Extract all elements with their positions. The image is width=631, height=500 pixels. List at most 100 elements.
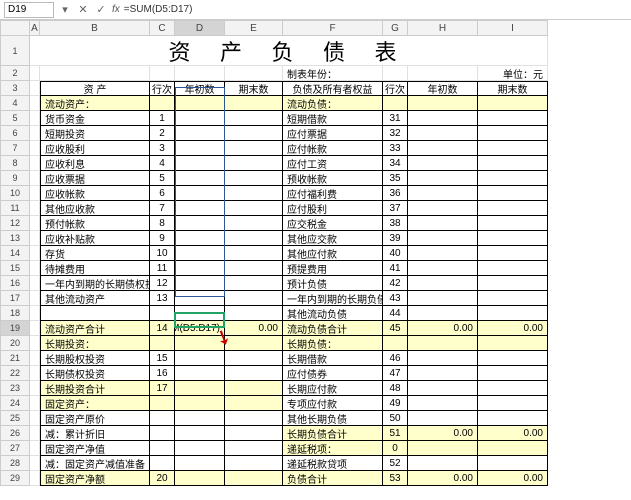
liab-end[interactable] — [478, 231, 548, 246]
asset-begin[interactable] — [175, 306, 225, 321]
asset-seq[interactable]: 1 — [150, 111, 175, 126]
fx-icon[interactable]: fx — [112, 4, 120, 15]
cell[interactable] — [30, 126, 40, 141]
asset-seq[interactable]: 6 — [150, 186, 175, 201]
liab-name[interactable]: 其他流动负债 — [283, 306, 383, 321]
cell[interactable] — [30, 156, 40, 171]
asset-seq[interactable]: 4 — [150, 156, 175, 171]
asset-begin[interactable] — [175, 156, 225, 171]
asset-name[interactable]: 固定资产原价 — [40, 411, 150, 426]
liab-name[interactable]: 长期应付款 — [283, 381, 383, 396]
liab-seq[interactable]: 42 — [383, 276, 408, 291]
liab-end[interactable]: 0.00 — [478, 321, 548, 336]
asset-end[interactable] — [225, 411, 283, 426]
cell[interactable] — [30, 96, 40, 111]
liab-begin[interactable] — [408, 456, 478, 471]
cell[interactable] — [175, 66, 225, 81]
asset-end[interactable] — [225, 426, 283, 441]
liab-name[interactable]: 应付票据 — [283, 126, 383, 141]
asset-end[interactable] — [225, 141, 283, 156]
row-header-8[interactable]: 8 — [0, 156, 30, 171]
liab-end[interactable] — [478, 126, 548, 141]
asset-end[interactable] — [225, 396, 283, 411]
meta-unit[interactable]: 单位：元 — [478, 66, 548, 81]
asset-seq[interactable] — [150, 306, 175, 321]
row-header-16[interactable]: 16 — [0, 276, 30, 291]
liab-begin[interactable] — [408, 306, 478, 321]
asset-begin[interactable] — [175, 141, 225, 156]
cell[interactable] — [30, 66, 40, 81]
asset-begin[interactable] — [175, 201, 225, 216]
asset-end[interactable] — [225, 246, 283, 261]
asset-seq[interactable]: 5 — [150, 171, 175, 186]
cell[interactable] — [30, 366, 40, 381]
col-header-E[interactable]: E — [225, 20, 283, 36]
cell[interactable] — [408, 66, 478, 81]
asset-begin[interactable] — [175, 471, 225, 486]
asset-seq[interactable] — [150, 336, 175, 351]
liab-seq[interactable]: 47 — [383, 366, 408, 381]
row-header-28[interactable]: 28 — [0, 456, 30, 471]
liab-seq[interactable]: 32 — [383, 126, 408, 141]
liab-begin[interactable] — [408, 201, 478, 216]
liab-name[interactable]: 预计负债 — [283, 276, 383, 291]
cell[interactable] — [30, 171, 40, 186]
asset-begin[interactable] — [175, 366, 225, 381]
col-header-C[interactable]: C — [150, 20, 175, 36]
col-header-B[interactable]: B — [40, 20, 150, 36]
liab-end[interactable] — [478, 186, 548, 201]
asset-name[interactable]: 应收帐款 — [40, 186, 150, 201]
liab-end[interactable] — [478, 306, 548, 321]
liab-seq[interactable]: 44 — [383, 306, 408, 321]
liab-begin[interactable] — [408, 96, 478, 111]
asset-seq[interactable]: 17 — [150, 381, 175, 396]
asset-end[interactable] — [225, 381, 283, 396]
liab-seq[interactable]: 33 — [383, 141, 408, 156]
liab-name[interactable]: 其他长期负债 — [283, 411, 383, 426]
asset-begin[interactable] — [175, 111, 225, 126]
liab-name[interactable]: 短期借款 — [283, 111, 383, 126]
asset-name[interactable]: 其他流动资产 — [40, 291, 150, 306]
cell[interactable] — [30, 426, 40, 441]
col-header-D[interactable]: D — [175, 20, 225, 36]
asset-name[interactable]: 一年内到期的长期债权投资 — [40, 276, 150, 291]
liab-seq[interactable]: 50 — [383, 411, 408, 426]
liab-name[interactable]: 应付股利 — [283, 201, 383, 216]
liab-seq[interactable]: 38 — [383, 216, 408, 231]
asset-begin[interactable] — [175, 411, 225, 426]
cell[interactable] — [30, 201, 40, 216]
cell[interactable] — [30, 231, 40, 246]
cell[interactable] — [30, 111, 40, 126]
asset-begin[interactable] — [175, 381, 225, 396]
row-header-20[interactable]: 20 — [0, 336, 30, 351]
liab-end[interactable] — [478, 291, 548, 306]
col-header-F[interactable]: F — [283, 20, 383, 36]
cell[interactable] — [225, 66, 283, 81]
asset-seq[interactable] — [150, 396, 175, 411]
asset-name[interactable]: 减：累计折旧 — [40, 426, 150, 441]
liab-begin[interactable] — [408, 231, 478, 246]
asset-end[interactable] — [225, 186, 283, 201]
row-header-25[interactable]: 25 — [0, 411, 30, 426]
asset-name[interactable]: 流动资产合计 — [40, 321, 150, 336]
liab-begin[interactable] — [408, 366, 478, 381]
liab-begin[interactable] — [408, 381, 478, 396]
cell[interactable] — [30, 276, 40, 291]
liab-begin[interactable] — [408, 216, 478, 231]
cell[interactable] — [30, 141, 40, 156]
row-header-6[interactable]: 6 — [0, 126, 30, 141]
asset-name[interactable]: 减：固定资产减值准备 — [40, 456, 150, 471]
liab-name[interactable]: 其他应交款 — [283, 231, 383, 246]
asset-seq[interactable]: 13 — [150, 291, 175, 306]
asset-name[interactable] — [40, 306, 150, 321]
liab-seq[interactable]: 37 — [383, 201, 408, 216]
asset-seq[interactable] — [150, 96, 175, 111]
asset-end[interactable] — [225, 471, 283, 486]
liab-name[interactable]: 应交税金 — [283, 216, 383, 231]
liab-seq[interactable]: 46 — [383, 351, 408, 366]
enter-icon[interactable]: ✓ — [94, 3, 108, 17]
hdr-begin2[interactable]: 年初数 — [408, 81, 478, 96]
hdr-end2[interactable]: 期末数 — [478, 81, 548, 96]
liab-seq[interactable]: 45 — [383, 321, 408, 336]
liab-begin[interactable] — [408, 171, 478, 186]
